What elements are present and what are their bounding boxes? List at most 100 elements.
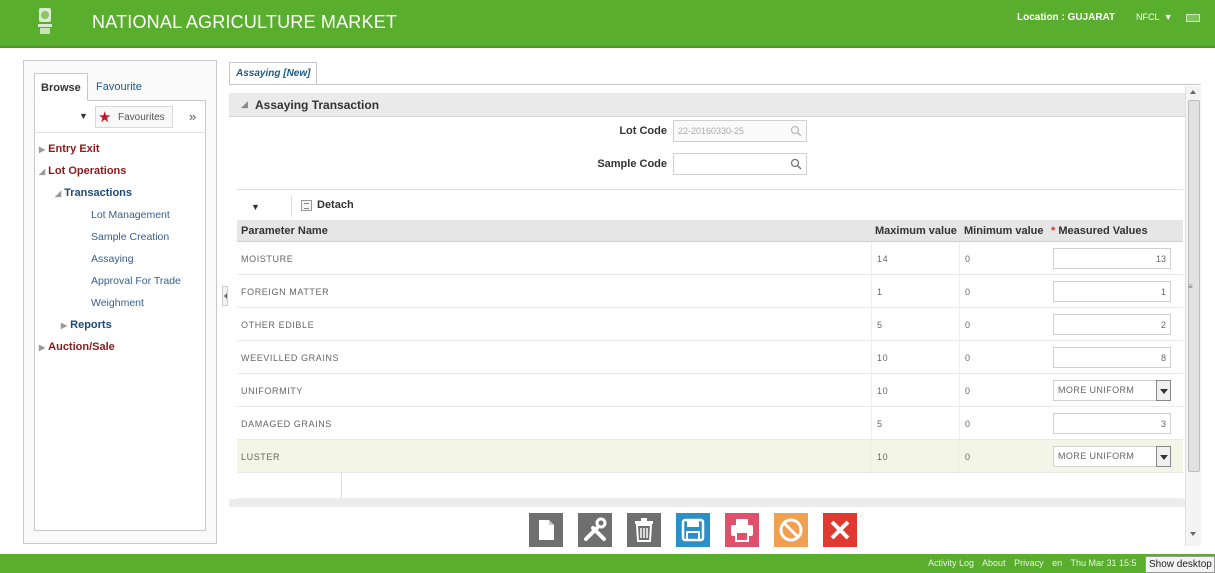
- maximum-value: 5: [877, 419, 883, 429]
- collapsed-triangle-icon: ▶: [39, 343, 46, 352]
- tab-browse[interactable]: Browse: [34, 73, 88, 101]
- table-row[interactable]: UNIFORMITY 10 0 MORE UNIFORM: [237, 374, 1183, 407]
- parameter-name: DAMAGED GRAINS: [241, 419, 332, 429]
- maximum-value: 1: [877, 287, 883, 297]
- grip-icon: ≡: [1188, 282, 1193, 291]
- action-toolbar: [529, 513, 929, 547]
- search-icon[interactable]: [790, 158, 802, 170]
- table-row[interactable]: DAMAGED GRAINS 5 0 3: [237, 407, 1183, 440]
- tree-item-reports[interactable]: ▶ Reports: [61, 319, 112, 331]
- table-row[interactable]: WEEVILLED GRAINS 10 0 8: [237, 341, 1183, 374]
- table-header-row: Parameter Name Maximum value Minimum val…: [237, 220, 1183, 242]
- cancel-icon[interactable]: [774, 513, 808, 547]
- toolbar-separator: [291, 195, 292, 217]
- view-menu-chevron-icon[interactable]: ▼: [251, 202, 260, 212]
- dropdown-arrow-icon[interactable]: [1156, 380, 1171, 401]
- tree-item-label: Entry Exit: [48, 143, 100, 155]
- panel-splitter-handle[interactable]: [222, 286, 228, 306]
- sample-code-label: Sample Code: [597, 158, 667, 170]
- chevron-down-icon[interactable]: ▼: [79, 111, 88, 121]
- col-separator: [959, 407, 960, 440]
- national-emblem-icon: [38, 8, 52, 34]
- activity-log-link[interactable]: Activity Log: [928, 558, 974, 568]
- panel-footer-strip: [229, 499, 1187, 507]
- section-title: Assaying Transaction: [255, 98, 380, 112]
- collapsed-triangle-icon: ▶: [61, 321, 68, 330]
- tree-item-sample-creation[interactable]: Sample Creation: [91, 231, 169, 243]
- dropdown-arrow-icon[interactable]: [1156, 446, 1171, 467]
- close-icon[interactable]: [823, 513, 857, 547]
- sample-code-field[interactable]: [673, 153, 807, 175]
- maximum-value: 5: [877, 320, 883, 330]
- star-icon: ★: [98, 109, 112, 126]
- section-header[interactable]: ◢ Assaying Transaction: [229, 93, 1187, 117]
- tree-item-lot-operations[interactable]: ◢ Lot Operations: [39, 165, 126, 177]
- col-minimum-value[interactable]: Minimum value: [964, 225, 1043, 237]
- tree-item-lot-management[interactable]: Lot Management: [91, 209, 170, 221]
- detach-icon[interactable]: [301, 200, 312, 211]
- detach-button[interactable]: Detach: [317, 199, 354, 211]
- print-icon[interactable]: [725, 513, 759, 547]
- expanded-triangle-icon: ◢: [241, 99, 248, 109]
- col-separator: [871, 308, 872, 341]
- measured-value-select[interactable]: MORE UNIFORM: [1053, 380, 1171, 401]
- measured-value-select[interactable]: MORE UNIFORM: [1053, 446, 1171, 467]
- scroll-down-icon[interactable]: [1190, 532, 1196, 536]
- parameter-name: UNIFORMITY: [241, 386, 303, 396]
- tree-item-label: Reports: [70, 319, 112, 331]
- header-bar: NATIONAL AGRICULTURE MARKET Location : G…: [0, 0, 1215, 48]
- table-row-selected[interactable]: LUSTER 10 0 MORE UNIFORM: [237, 440, 1183, 473]
- measured-value-input[interactable]: 1: [1053, 281, 1171, 302]
- measured-value-input[interactable]: 8: [1053, 347, 1171, 368]
- maximum-value: 10: [877, 452, 889, 462]
- tree-item-entry-exit[interactable]: ▶ Entry Exit: [39, 143, 100, 155]
- table-row[interactable]: MOISTURE 14 0 13: [237, 242, 1183, 275]
- status-bar: Activity Log About Privacy en Thu Mar 31…: [0, 554, 1215, 573]
- favourites-button[interactable]: ★ Favourites: [95, 106, 173, 128]
- measured-value-input[interactable]: 3: [1053, 413, 1171, 434]
- col-measured-values[interactable]: * Measured Values: [1051, 225, 1148, 237]
- col-separator: [959, 242, 960, 275]
- save-icon[interactable]: [676, 513, 710, 547]
- tree-item-transactions[interactable]: ◢ Transactions: [55, 187, 132, 199]
- measured-value-input[interactable]: 13: [1053, 248, 1171, 269]
- lot-code-value: 22-20160330-25: [678, 126, 745, 136]
- user-menu[interactable]: NFCL ▼: [1136, 12, 1173, 22]
- trash-icon[interactable]: [627, 513, 661, 547]
- about-link[interactable]: About: [982, 558, 1006, 568]
- col-separator: [871, 440, 872, 473]
- window-toggle-icon[interactable]: [1186, 14, 1200, 22]
- tree-item-auction-sale[interactable]: ▶ Auction/Sale: [39, 341, 115, 353]
- new-document-icon[interactable]: [529, 513, 563, 547]
- col-parameter-name[interactable]: Parameter Name: [241, 225, 328, 237]
- tree-item-label: Transactions: [64, 187, 133, 199]
- table-row[interactable]: FOREIGN MATTER 1 0 1: [237, 275, 1183, 308]
- col-separator: [341, 473, 342, 499]
- scroll-up-icon[interactable]: [1190, 90, 1196, 94]
- tree-item-approval-for-trade[interactable]: Approval For Trade: [91, 275, 181, 287]
- tab-assaying-new[interactable]: Assaying [New]: [229, 62, 317, 84]
- minimum-value: 0: [965, 287, 971, 297]
- measured-value-input[interactable]: 2: [1053, 314, 1171, 335]
- language-link[interactable]: en: [1052, 558, 1062, 568]
- vertical-scrollbar[interactable]: ≡: [1185, 86, 1201, 546]
- tools-icon[interactable]: [578, 513, 612, 547]
- tree-item-weighment[interactable]: Weighment: [91, 297, 144, 309]
- expand-icon[interactable]: »: [189, 109, 196, 124]
- favourites-bar: ▼ ★ Favourites »: [35, 101, 205, 133]
- nav-tabs: Browse Favourite: [34, 73, 206, 101]
- tree-item-assaying[interactable]: Assaying: [91, 253, 134, 265]
- col-separator: [871, 407, 872, 440]
- minimum-value: 0: [965, 254, 971, 264]
- lot-code-field[interactable]: 22-20160330-25: [673, 120, 807, 142]
- table-row[interactable]: OTHER EDIBLE 5 0 2: [237, 308, 1183, 341]
- col-maximum-value[interactable]: Maximum value: [875, 225, 957, 237]
- minimum-value: 0: [965, 353, 971, 363]
- selected-option: MORE UNIFORM: [1058, 451, 1135, 461]
- favourites-label: Favourites: [118, 112, 165, 123]
- expanded-triangle-icon: ◢: [55, 189, 62, 198]
- footer-links: Activity Log About Privacy en Thu Mar 31…: [928, 558, 1143, 568]
- table-footer: [237, 473, 1183, 499]
- tab-favourite[interactable]: Favourite: [90, 73, 148, 101]
- privacy-link[interactable]: Privacy: [1014, 558, 1044, 568]
